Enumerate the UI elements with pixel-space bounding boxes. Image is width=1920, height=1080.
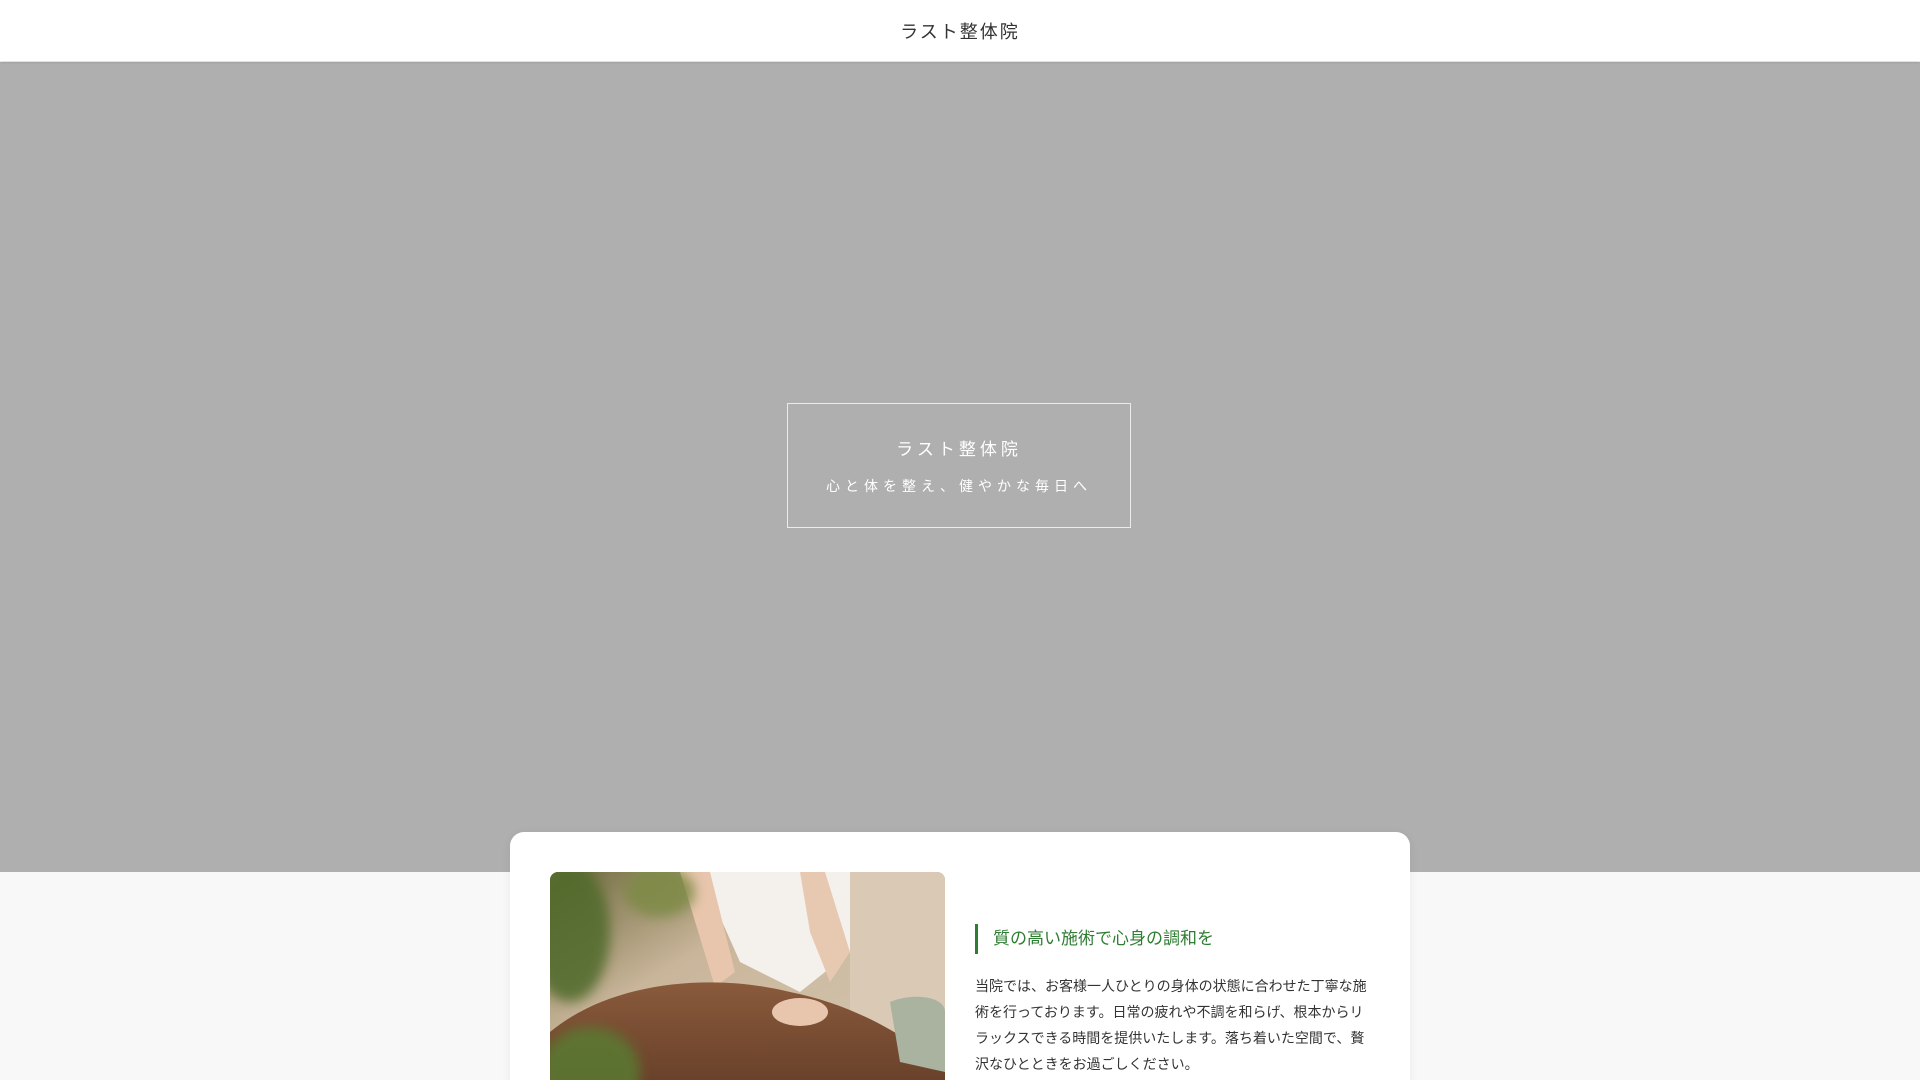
hero-section: ラスト整体院 心と体を整え、健やかな毎日へ	[0, 62, 1920, 872]
site-header: ラスト整体院	[0, 0, 1920, 61]
site-title-link[interactable]: ラスト整体院	[900, 18, 1020, 44]
hero-subtitle: 心と体を整え、健やかな毎日へ	[826, 479, 1092, 495]
intro-heading: 質の高い施術で心身の調和を	[975, 924, 1375, 954]
massage-photo	[550, 872, 945, 1080]
hero-title: ラスト整体院	[896, 440, 1022, 460]
intro-text-block: 質の高い施術で心身の調和を 当院では、お客様一人ひとりの身体の状態に合わせた丁寧…	[975, 924, 1375, 1078]
intro-card: 質の高い施術で心身の調和を 当院では、お客様一人ひとりの身体の状態に合わせた丁寧…	[510, 832, 1410, 1080]
intro-body-text: 当院では、お客様一人ひとりの身体の状態に合わせた丁寧な施術を行っております。日常…	[975, 979, 1367, 1073]
hero-title-box: ラスト整体院 心と体を整え、健やかな毎日へ	[787, 403, 1131, 528]
page: ラスト整体院 ラスト整体院 心と体を整え、健やかな毎日へ 質の高い施術で心身の調…	[0, 0, 1920, 1080]
